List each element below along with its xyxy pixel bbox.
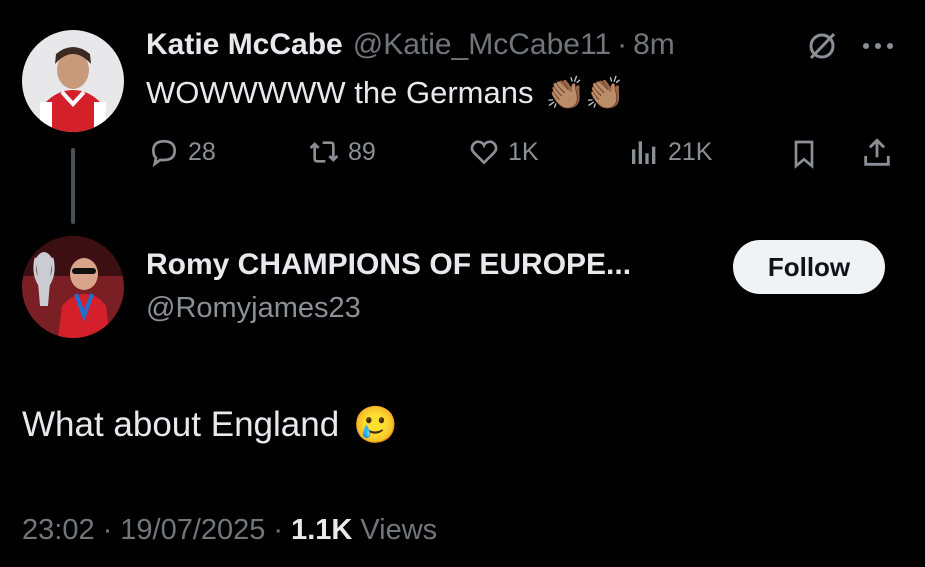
author-name[interactable]: Katie McCabe	[146, 28, 343, 62]
avatar-katie[interactable]	[22, 30, 124, 132]
separator-dot: ·	[102, 514, 113, 546]
tweet-text: WOWWWWW the Germans	[146, 75, 534, 110]
analytics-icon	[632, 141, 656, 164]
bookmark-icon	[794, 140, 814, 169]
reply-author-name[interactable]: Romy CHAMPIONS OF EUROPE...	[146, 248, 631, 281]
avatar-romy[interactable]	[22, 236, 124, 338]
separator-dot: ·	[273, 514, 284, 546]
reply-author-handle[interactable]: @Romyjames23	[146, 292, 361, 325]
more-icon[interactable]	[860, 32, 896, 60]
clapping-hands-emoji: 👏🏽👏🏽	[545, 75, 626, 111]
repost-count: 89	[348, 137, 376, 166]
heart-icon	[470, 140, 498, 165]
views-count: 21K	[668, 137, 713, 166]
thread-connector	[71, 148, 75, 224]
reply-time[interactable]: 23:02	[22, 514, 95, 547]
tweet-time[interactable]: 8m	[633, 28, 675, 62]
reply-count: 28	[188, 137, 216, 166]
reply-button[interactable]: 28	[148, 136, 216, 168]
smiling-face-with-tear-emoji: 🥲	[353, 404, 398, 445]
like-button[interactable]: 1K	[468, 136, 539, 168]
author-handle[interactable]: @Katie_McCabe11	[353, 28, 611, 62]
separator-dot: ·	[617, 28, 628, 61]
follow-button[interactable]: Follow	[733, 240, 885, 294]
reply-views-label: Views	[360, 514, 438, 546]
repost-icon	[309, 141, 339, 163]
reply-date[interactable]: 19/07/2025	[120, 514, 265, 547]
reply-text: What about England	[22, 405, 340, 444]
share-icon	[864, 138, 890, 166]
share-button[interactable]	[860, 136, 894, 170]
bookmark-button[interactable]	[788, 138, 820, 170]
reply-icon	[151, 139, 177, 168]
like-count: 1K	[508, 137, 539, 166]
repost-button[interactable]: 89	[308, 136, 376, 168]
views-button[interactable]: 21K	[628, 136, 712, 168]
reply-views-count: 1.1K	[291, 514, 353, 546]
grok-icon[interactable]	[806, 30, 838, 62]
